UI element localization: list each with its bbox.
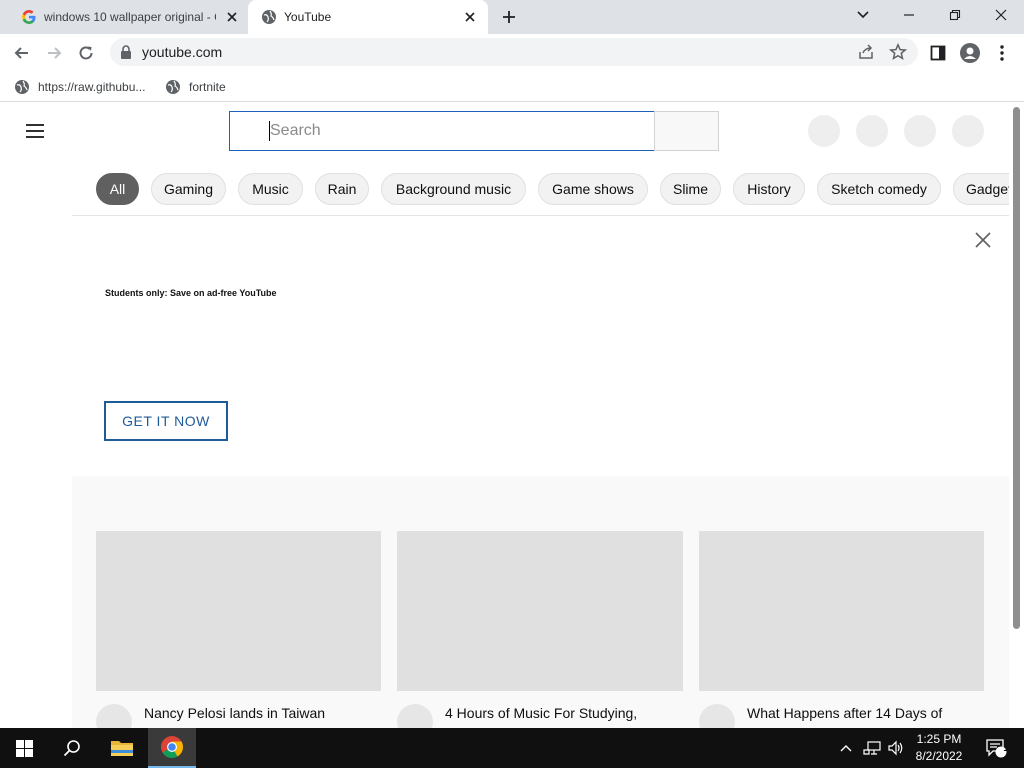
- close-tab-icon[interactable]: [462, 9, 478, 25]
- hamburger-icon: [26, 124, 44, 126]
- chip-gadgets[interactable]: Gadgets: [953, 173, 1009, 205]
- show-hidden-icons-button[interactable]: [836, 728, 856, 768]
- close-icon: [995, 9, 1007, 21]
- network-icon: [863, 741, 881, 755]
- close-window-button[interactable]: [978, 0, 1024, 30]
- action-center-button[interactable]: 1: [978, 728, 1014, 768]
- back-button[interactable]: [8, 40, 36, 66]
- folder-icon: [111, 741, 133, 756]
- globe-icon: [262, 10, 276, 24]
- google-icon: [22, 10, 36, 24]
- share-icon[interactable]: [857, 43, 875, 61]
- profile-button[interactable]: [956, 40, 984, 66]
- chip-sketch-comedy[interactable]: Sketch comedy: [817, 173, 941, 205]
- text-caret: [269, 121, 270, 141]
- channel-avatar[interactable]: [699, 704, 735, 728]
- network-button[interactable]: [860, 728, 884, 768]
- video-thumbnail[interactable]: [699, 531, 984, 691]
- browser-tab-strip: windows 10 wallpaper original - G YouTub…: [0, 0, 1024, 34]
- more-vert-icon: [1000, 45, 1004, 61]
- chip-history[interactable]: History: [733, 173, 805, 205]
- side-panel-button[interactable]: [924, 40, 952, 66]
- video-thumbnail[interactable]: [397, 531, 683, 691]
- taskbar-clock[interactable]: 1:25 PM 8/2/2022: [908, 731, 970, 765]
- notifications-button[interactable]: [904, 115, 936, 147]
- restore-icon: [949, 9, 961, 21]
- video-title[interactable]: 4 Hours of Music For Studying,: [445, 705, 637, 721]
- tab-youtube[interactable]: YouTube: [248, 0, 488, 34]
- chevron-up-icon: [840, 745, 852, 752]
- minimize-icon: [904, 14, 914, 16]
- chrome-menu-button[interactable]: [988, 40, 1016, 66]
- search-icon: [63, 740, 80, 757]
- bookmark-raw-github[interactable]: https://raw.githubu...: [14, 77, 145, 97]
- chip-background-music[interactable]: Background music: [381, 173, 526, 205]
- arrow-left-icon: [14, 47, 28, 59]
- chip-slime[interactable]: Slime: [660, 173, 721, 205]
- chip-all[interactable]: All: [96, 173, 139, 205]
- ad-heading: Students only: Save on ad-free YouTube: [105, 288, 277, 298]
- url-text: youtube.com: [142, 44, 223, 60]
- volume-button[interactable]: [884, 728, 908, 768]
- reload-button[interactable]: [72, 40, 100, 66]
- windows-taskbar: 1:25 PM 8/2/2022 1: [0, 728, 1024, 768]
- reload-icon: [79, 46, 93, 60]
- bookmarks-bar: https://raw.githubu... fortnite: [0, 72, 1024, 102]
- chip-music[interactable]: Music: [238, 173, 303, 205]
- create-button[interactable]: [856, 115, 888, 147]
- tab-google-search[interactable]: windows 10 wallpaper original - G: [8, 0, 246, 34]
- get-it-now-button[interactable]: GET IT NOW: [104, 401, 228, 441]
- bookmark-fortnite[interactable]: fortnite: [165, 77, 226, 97]
- video-title[interactable]: What Happens after 14 Days of: [747, 705, 942, 721]
- star-icon[interactable]: [889, 43, 907, 61]
- search-input[interactable]: [229, 111, 655, 151]
- chip-rain[interactable]: Rain: [315, 173, 369, 205]
- notification-count: 1: [1003, 743, 1009, 754]
- tab-search-button[interactable]: [840, 0, 886, 30]
- bookmark-label: https://raw.githubu...: [38, 80, 146, 94]
- channel-avatar[interactable]: [397, 704, 433, 728]
- category-chip-bar: All Gaming Music Rain Background music G…: [72, 159, 1009, 216]
- file-explorer-button[interactable]: [98, 728, 146, 768]
- taskbar-search-button[interactable]: [48, 728, 96, 768]
- minimize-button[interactable]: [886, 0, 932, 30]
- new-tab-button[interactable]: [496, 0, 522, 34]
- restore-button[interactable]: [932, 0, 978, 30]
- globe-icon: [15, 80, 29, 94]
- scrollbar-thumb[interactable]: [1013, 107, 1020, 629]
- chrome-taskbar-button[interactable]: [148, 728, 196, 768]
- windows-logo-icon: [15, 739, 33, 757]
- video-feed: Nancy Pelosi lands in Taiwan 4 Hours of …: [72, 476, 1009, 728]
- video-title[interactable]: Nancy Pelosi lands in Taiwan: [144, 705, 325, 721]
- plus-icon: [503, 11, 515, 23]
- side-panel-icon: [930, 45, 946, 61]
- speaker-icon: [888, 740, 903, 756]
- search-button[interactable]: [654, 111, 719, 151]
- avatar-icon: [960, 43, 980, 63]
- tab-title: windows 10 wallpaper original - G: [44, 10, 216, 24]
- lock-icon[interactable]: [120, 45, 132, 59]
- guide-menu-button[interactable]: [24, 122, 48, 140]
- voice-search-button[interactable]: [808, 115, 840, 147]
- clock-date: 8/2/2022: [915, 749, 963, 763]
- globe-icon: [166, 80, 180, 94]
- start-button[interactable]: [0, 728, 48, 768]
- close-tab-icon[interactable]: [224, 9, 240, 25]
- close-icon[interactable]: [973, 230, 993, 250]
- arrow-right-icon: [48, 47, 62, 59]
- chip-gaming[interactable]: Gaming: [151, 173, 226, 205]
- forward-button[interactable]: [40, 40, 68, 66]
- tab-title: YouTube: [284, 10, 332, 24]
- chip-game-shows[interactable]: Game shows: [538, 173, 648, 205]
- bookmark-label: fortnite: [189, 80, 226, 94]
- chevron-down-icon: [857, 11, 869, 19]
- youtube-page: All Gaming Music Rain Background music G…: [0, 103, 1024, 728]
- address-bar[interactable]: youtube.com: [110, 38, 918, 66]
- account-avatar[interactable]: [952, 115, 984, 147]
- channel-avatar[interactable]: [96, 704, 132, 728]
- clock-time: 1:25 PM: [916, 732, 962, 746]
- video-thumbnail[interactable]: [96, 531, 381, 691]
- chrome-icon: [161, 736, 183, 758]
